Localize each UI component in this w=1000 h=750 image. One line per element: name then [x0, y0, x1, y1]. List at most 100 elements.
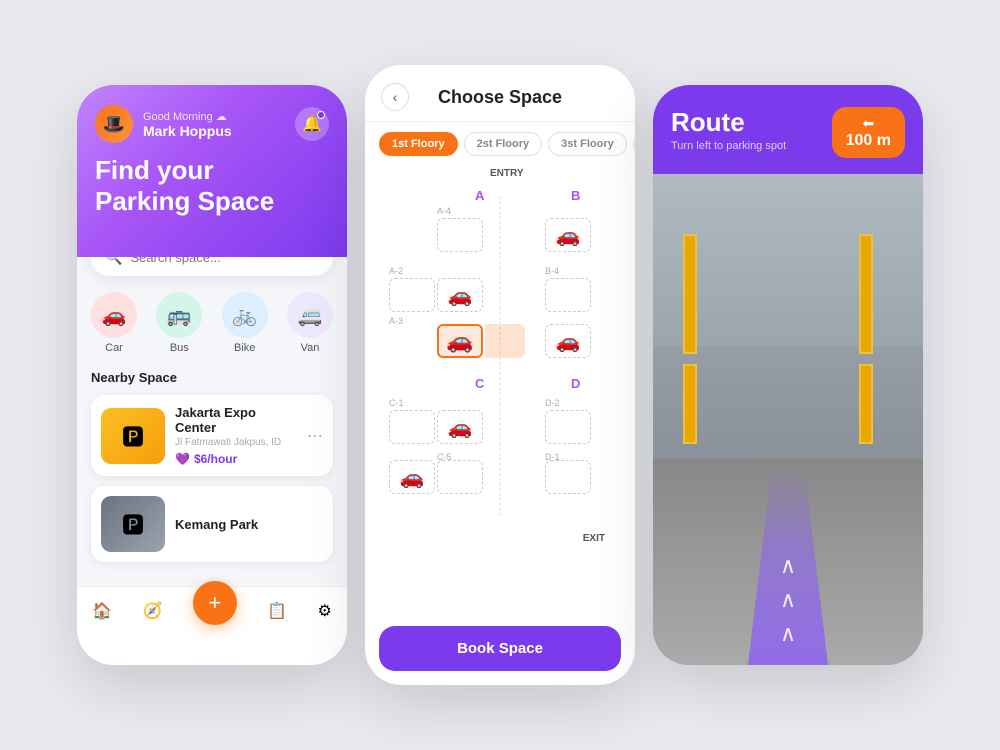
route-subtitle: Turn left to parking spot	[671, 140, 786, 152]
bus-icon: 🚌	[156, 292, 202, 338]
floor-3-btn[interactable]: 3st Floory	[548, 132, 627, 156]
nearby-title: Nearby Space	[91, 370, 333, 385]
column-1	[683, 234, 697, 354]
parking-scene: ∧ ∧ ∧	[653, 174, 923, 665]
nav-add-button[interactable]: +	[193, 581, 237, 625]
bell-dot	[317, 111, 325, 119]
card-kemang[interactable]: 🅿 Kemang Park	[91, 486, 333, 562]
category-car[interactable]: 🚗 Car	[91, 292, 137, 354]
bike-icon: 🚲	[222, 292, 268, 338]
direction-icon: ⬅	[862, 115, 874, 132]
selected-highlight	[485, 324, 525, 358]
spot-c1[interactable]	[389, 410, 435, 444]
category-bike[interactable]: 🚲 Bike	[222, 292, 268, 354]
d2-label: D-2	[545, 398, 560, 408]
map-grid: ENTRY EXIT A B C D A-4 🚗 A-2	[375, 166, 625, 546]
spot-b-mid[interactable]: 🚗	[545, 324, 591, 358]
cat-label-bike: Bike	[234, 342, 255, 354]
spot-a2[interactable]	[389, 278, 435, 312]
spot-c-mid[interactable]: 🚗	[437, 410, 483, 444]
screen-find-parking: 🎩 Good Morning ☁ Mark Hoppus 🔔 Find your…	[77, 85, 347, 665]
parking-photo: ∧ ∧ ∧	[653, 174, 923, 665]
a3-label: A-3	[389, 316, 403, 326]
nav-home[interactable]: 🏠	[92, 601, 112, 621]
exit-label: EXIT	[583, 533, 605, 544]
spot-b4[interactable]	[545, 278, 591, 312]
spot-a3-selected[interactable]: 🚗	[437, 324, 483, 358]
card-info-kemang: Kemang Park	[175, 517, 323, 532]
card-jakarta[interactable]: 🅿 Jakarta Expo Center Jl Fatmawati Jakpu…	[91, 395, 333, 476]
section-d-label: D	[571, 376, 580, 391]
card-img-kemang: 🅿	[101, 496, 165, 552]
c1-label: C-1	[389, 398, 404, 408]
floor-4-btn[interactable]: 4st Flc	[633, 132, 635, 156]
greeting-block: Good Morning ☁ Mark Hoppus	[143, 110, 295, 139]
floor-1-btn[interactable]: 1st Floory	[379, 132, 458, 156]
hero-title: Find your Parking Space	[95, 155, 329, 217]
floor-tabs: 1st Floory 2st Floory 3st Floory 4st Flc	[365, 122, 635, 166]
cat-label-van: Van	[301, 342, 320, 354]
card-name-jakarta: Jakarta Expo Center	[175, 405, 297, 435]
spot-bot-left-car: 🚗	[400, 465, 425, 490]
screen-choose-space: ‹ Choose Space 1st Floory 2st Floory 3st…	[365, 65, 635, 685]
entry-label: ENTRY	[490, 168, 524, 179]
notification-bell[interactable]: 🔔	[295, 107, 329, 141]
card-name-kemang: Kemang Park	[175, 517, 323, 532]
card-img-jakarta: 🅿	[101, 408, 165, 464]
a2-label: A-2	[389, 266, 403, 276]
floor-2-btn[interactable]: 2st Floory	[464, 132, 543, 156]
category-bus[interactable]: 🚌 Bus	[156, 292, 202, 354]
greeting-text: Good Morning ☁	[143, 110, 295, 123]
spot-b-top-car: 🚗	[556, 223, 581, 248]
bottom-nav: 🏠 🧭 + 📋 ⚙	[77, 586, 347, 639]
s2-title: Choose Space	[421, 87, 579, 108]
column-3	[859, 234, 873, 354]
chevron-3: ∧	[780, 623, 796, 645]
card-addr-jakarta: Jl Fatmawati Jakpus, ID	[175, 437, 297, 448]
category-van[interactable]: 🚐 Van	[287, 292, 333, 354]
nav-settings[interactable]: ⚙	[317, 601, 331, 621]
nav-list[interactable]: 📋	[267, 601, 287, 621]
column-2	[683, 364, 697, 444]
nav-explore[interactable]: 🧭	[142, 601, 162, 621]
cat-label-bus: Bus	[170, 342, 189, 354]
s2-header: ‹ Choose Space	[365, 65, 635, 122]
card-more-icon[interactable]: ⋯	[307, 426, 323, 446]
spot-c5[interactable]	[437, 460, 483, 494]
chevron-2: ∧	[780, 589, 796, 611]
screen-route: Route Turn left to parking spot ⬅ 100 m	[653, 85, 923, 665]
spot-d1[interactable]	[545, 460, 591, 494]
s1-header: 🎩 Good Morning ☁ Mark Hoppus 🔔 Find your…	[77, 85, 347, 257]
selected-car-icon: 🚗	[446, 328, 473, 354]
price-val: $6/hour	[194, 452, 237, 466]
price-icon: 💜	[175, 452, 190, 466]
avatar: 🎩	[95, 105, 133, 143]
user-name: Mark Hoppus	[143, 123, 295, 139]
book-space-button[interactable]: Book Space	[379, 626, 621, 671]
parking-map: ENTRY EXIT A B C D A-4 🚗 A-2	[365, 166, 635, 616]
spot-c-mid-car: 🚗	[448, 415, 473, 440]
spot-d2[interactable]	[545, 410, 591, 444]
distance-value: 100 m	[846, 132, 891, 150]
route-title: Route	[671, 107, 786, 138]
section-a-label: A	[475, 188, 484, 203]
spot-a3-mid[interactable]: 🚗	[437, 278, 483, 312]
back-button[interactable]: ‹	[381, 83, 409, 111]
a4-label: A-4	[437, 206, 451, 216]
category-row: 🚗 Car 🚌 Bus 🚲 Bike 🚐 Van	[91, 292, 333, 354]
spot-b-mid-car: 🚗	[556, 329, 581, 354]
cat-label-car: Car	[105, 342, 123, 354]
van-icon: 🚐	[287, 292, 333, 338]
chevron-arrows: ∧ ∧ ∧	[780, 555, 796, 645]
distance-badge: ⬅ 100 m	[832, 107, 905, 158]
card-price-jakarta: 💜 $6/hour	[175, 452, 297, 466]
car-icon: 🚗	[91, 292, 137, 338]
spot-a3-mid-car: 🚗	[448, 283, 473, 308]
card-info-jakarta: Jakarta Expo Center Jl Fatmawati Jakpus,…	[175, 405, 297, 466]
spot-b-top[interactable]: 🚗	[545, 218, 591, 252]
section-c-label: C	[475, 376, 484, 391]
column-4	[859, 364, 873, 444]
route-info: Route Turn left to parking spot	[671, 107, 786, 152]
spot-a4[interactable]	[437, 218, 483, 252]
spot-bot-left[interactable]: 🚗	[389, 460, 435, 494]
